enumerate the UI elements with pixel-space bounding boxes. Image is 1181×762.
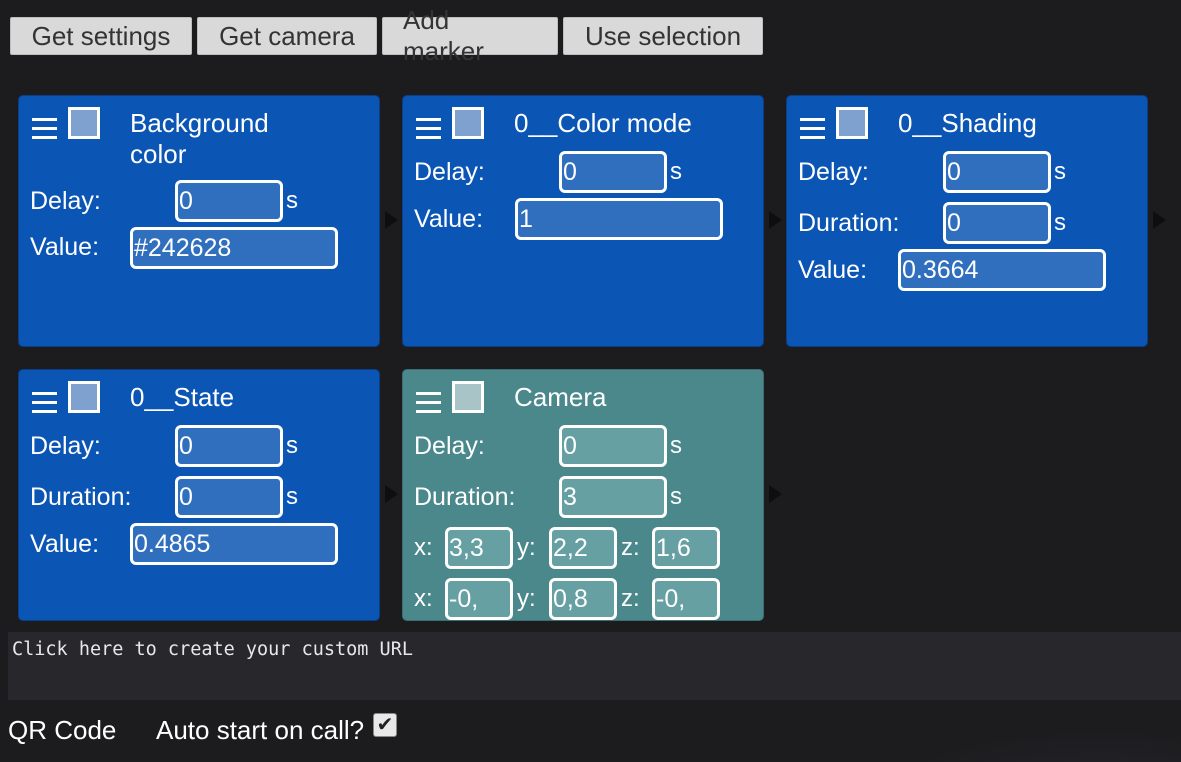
delay-input[interactable]: 0	[175, 425, 283, 467]
value-label: Value:	[30, 233, 100, 261]
duration-unit: s	[670, 483, 682, 510]
marker-card-background-color: Background color Delay: 0 s Value: #2426…	[18, 95, 380, 347]
card-title: 0__Shading	[898, 108, 1037, 138]
delay-label: Delay:	[414, 158, 485, 186]
drag-handle-icon[interactable]	[416, 392, 441, 414]
select-checkbox[interactable]	[836, 107, 868, 139]
duration-label: Duration:	[30, 483, 132, 511]
value-input[interactable]: 1	[515, 198, 723, 240]
target-z-input[interactable]: -0,	[652, 578, 720, 620]
target-x-label: x:	[414, 585, 433, 612]
marker-card-color-mode: 0__Color mode Delay: 0 s Value: 1	[402, 95, 764, 347]
position-z-label: z:	[621, 534, 640, 561]
duration-input[interactable]: 3	[559, 476, 667, 518]
marker-card-camera: Camera Delay: 0 s Duration: 3 s x: 3,3 y…	[402, 369, 764, 621]
position-y-label: y:	[517, 534, 536, 561]
drag-handle-icon[interactable]	[800, 118, 825, 140]
select-checkbox[interactable]	[68, 107, 100, 139]
position-z-input[interactable]: 1,6	[652, 527, 720, 569]
get-settings-button[interactable]: Get settings	[10, 17, 192, 55]
delay-label: Delay:	[30, 432, 101, 460]
value-input[interactable]: #242628	[130, 227, 338, 269]
delay-unit: s	[286, 187, 298, 214]
autostart-checkbox[interactable]: ✔	[373, 713, 397, 737]
delay-unit: s	[670, 432, 682, 459]
card-title: 0__Color mode	[514, 108, 692, 138]
custom-url-area[interactable]: Click here to create your custom URL	[8, 632, 1181, 700]
target-x-input[interactable]: -0,	[445, 578, 513, 620]
target-z-label: z:	[621, 585, 640, 612]
duration-unit: s	[1054, 209, 1066, 236]
select-checkbox[interactable]	[452, 381, 484, 413]
card-title: 0__State	[130, 382, 235, 412]
card-title: Background color	[130, 108, 269, 169]
target-y-input[interactable]: 0,8	[549, 578, 617, 620]
drag-handle-icon[interactable]	[32, 118, 57, 140]
delay-unit: s	[670, 158, 682, 185]
card-title: Camera	[514, 382, 607, 412]
value-label: Value:	[414, 205, 484, 233]
delay-input[interactable]: 0	[559, 151, 667, 193]
delay-label: Delay:	[414, 432, 485, 460]
autostart-label: Auto start on call?	[156, 715, 365, 745]
duration-unit: s	[286, 483, 298, 510]
delay-unit: s	[1054, 158, 1066, 185]
delay-unit: s	[286, 432, 298, 459]
get-camera-button[interactable]: Get camera	[197, 17, 377, 55]
delay-label: Delay:	[798, 158, 869, 186]
target-y-label: y:	[517, 585, 536, 612]
drag-handle-icon[interactable]	[32, 392, 57, 414]
connector-arrow-icon	[385, 211, 398, 229]
add-marker-button[interactable]: Add marker	[382, 5, 558, 66]
value-input[interactable]: 0.4865	[130, 523, 338, 565]
connector-arrow-icon	[385, 485, 398, 503]
connector-arrow-icon	[769, 211, 782, 229]
delay-input[interactable]: 0	[175, 180, 283, 222]
connector-arrow-icon	[1153, 211, 1166, 229]
qr-code-link[interactable]: QR Code	[8, 714, 116, 746]
delay-label: Delay:	[30, 187, 101, 215]
marker-card-state: 0__State Delay: 0 s Duration: 0 s Value:…	[18, 369, 380, 621]
duration-input[interactable]: 0	[943, 202, 1051, 244]
value-label: Value:	[798, 256, 868, 284]
use-selection-button[interactable]: Use selection	[563, 17, 763, 55]
duration-input[interactable]: 0	[175, 476, 283, 518]
connector-arrow-icon	[769, 485, 782, 503]
select-checkbox[interactable]	[452, 107, 484, 139]
value-label: Value:	[30, 530, 100, 558]
position-x-label: x:	[414, 534, 433, 561]
value-input[interactable]: 0.3664	[898, 249, 1106, 291]
duration-label: Duration:	[414, 483, 516, 511]
toolbar: Get settings Get camera Add marker Use s…	[10, 5, 763, 66]
delay-input[interactable]: 0	[559, 425, 667, 467]
marker-card-shading: 0__Shading Delay: 0 s Duration: 0 s Valu…	[786, 95, 1148, 347]
duration-label: Duration:	[798, 209, 900, 237]
drag-handle-icon[interactable]	[416, 118, 441, 140]
position-y-input[interactable]: 2,2	[549, 527, 617, 569]
select-checkbox[interactable]	[68, 381, 100, 413]
delay-input[interactable]: 0	[943, 151, 1051, 193]
position-x-input[interactable]: 3,3	[445, 527, 513, 569]
